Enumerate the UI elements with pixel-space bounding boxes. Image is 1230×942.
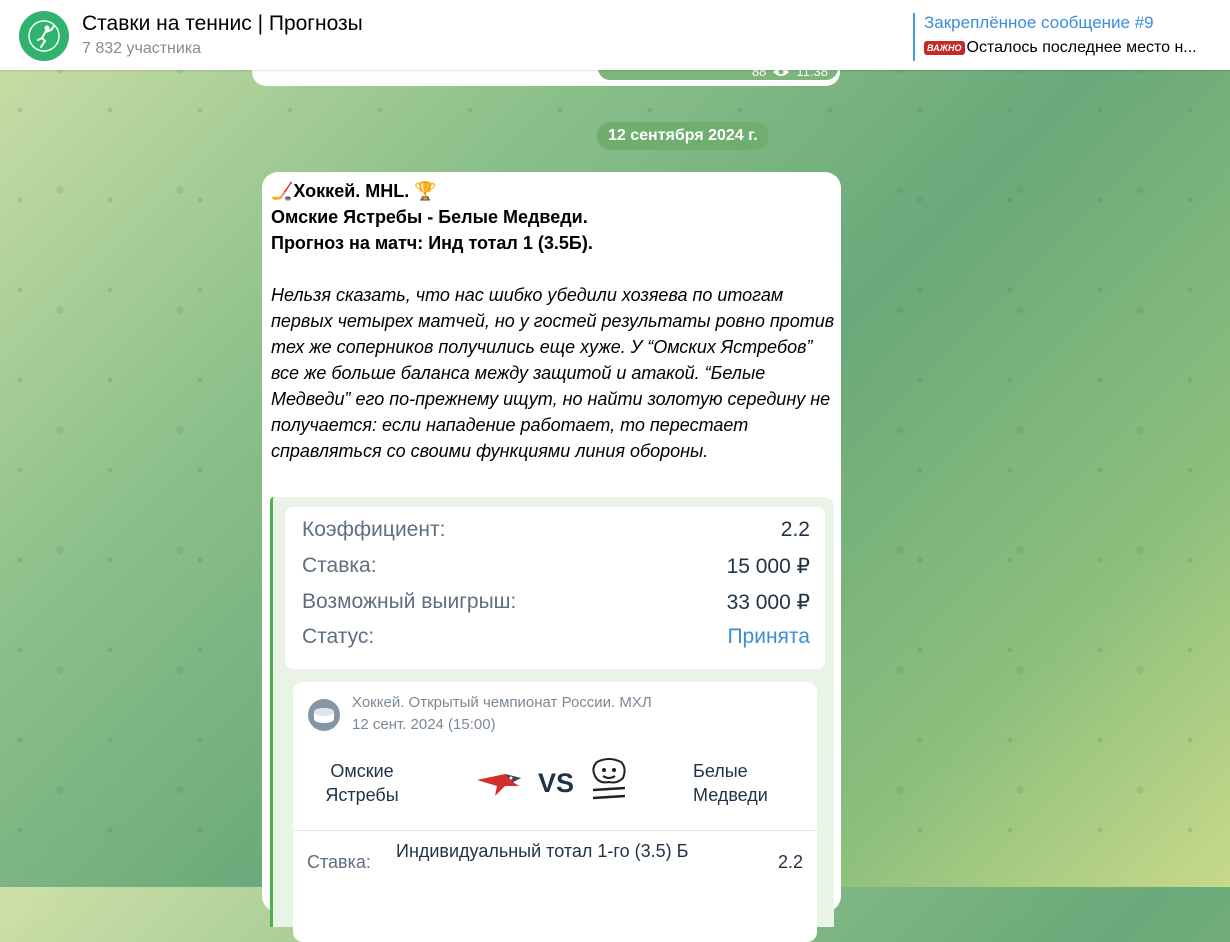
member-count: 7 832 участника <box>82 40 202 57</box>
away-team-name: Белые Медведи <box>693 761 768 805</box>
message-line-teams: Омские Ястребы - Белые Медведи. <box>271 207 588 227</box>
important-badge: ВАЖНО <box>924 41 965 55</box>
stat-label: Ставка: <box>302 554 377 577</box>
home-team-name: Омские Ястребы <box>325 761 399 805</box>
date-separator: 12 сентября 2024 г. <box>597 122 769 150</box>
chat-header[interactable]: Ставки на теннис | Прогнозы 7 832 участн… <box>0 0 1230 70</box>
hockey-puck-icon <box>308 699 340 731</box>
bet-description: Индивидуальный тотал 1-го (3.5) Б <box>396 841 689 861</box>
bear-logo-icon <box>592 758 626 800</box>
stat-row-coefficient: Коэффициент: 2.2 <box>302 515 810 545</box>
divider <box>293 830 817 831</box>
stat-row-stake: Ставка: 15 000 ₽ <box>302 551 810 581</box>
stat-row-payout: Возможный выигрыш: 33 000 ₽ <box>302 587 810 617</box>
match-card[interactable]: Хоккей. Открытый чемпионат России. МХЛ 1… <box>293 682 817 942</box>
channel-title[interactable]: Ставки на теннис | Прогнозы <box>82 12 363 36</box>
match-date: 12 сент. 2024 (15:00) <box>352 716 496 733</box>
tennis-player-icon <box>28 20 60 52</box>
message-bubble[interactable]: 🏒Хоккей. MHL. 🏆 Омские Ястребы - Белые М… <box>262 172 841 942</box>
hawk-logo-icon <box>477 774 521 796</box>
stat-value: 2.2 <box>780 518 810 541</box>
pinned-title: Закреплённое сообщение #9 <box>924 13 1154 32</box>
pinned-text: Осталось последнее место н... <box>966 39 1197 56</box>
pinned-preview: ВАЖНО Осталось последнее место н... <box>924 39 1214 57</box>
bet-odd: 2.2 <box>777 852 803 872</box>
stat-value: 15 000 ₽ <box>726 554 810 578</box>
channel-avatar[interactable] <box>19 11 69 61</box>
stat-row-status: Статус: Принята <box>302 622 810 652</box>
stat-value: 33 000 ₽ <box>726 590 810 614</box>
bet-label: Ставка: <box>307 852 371 872</box>
message-line-forecast: Прогноз на матч: Инд тотал 1 (3.5Б). <box>271 233 593 253</box>
message-line-sport: 🏒Хоккей. MHL. 🏆 <box>271 181 437 201</box>
versus-label: VS <box>538 768 575 798</box>
stat-label: Статус: <box>302 625 375 648</box>
stat-label: Возможный выигрыш: <box>302 590 517 613</box>
pinned-message[interactable]: Закреплённое сообщение #9 ВАЖНО Осталось… <box>913 13 1224 61</box>
stat-label: Коэффициент: <box>302 518 446 541</box>
status-value: Принята <box>727 625 810 648</box>
bet-stats: Коэффициент: 2.2 Ставка: 15 000 ₽ Возмож… <box>285 507 825 669</box>
bet-slip-card[interactable]: Коэффициент: 2.2 Ставка: 15 000 ₽ Возмож… <box>270 497 834 942</box>
league-name: Хоккей. Открытый чемпионат России. МХЛ <box>352 694 652 711</box>
message-analysis: Нельзя сказать, что нас шибко убедили хо… <box>271 285 835 461</box>
message-text: 🏒Хоккей. MHL. 🏆 Омские Ястребы - Белые М… <box>271 178 836 464</box>
